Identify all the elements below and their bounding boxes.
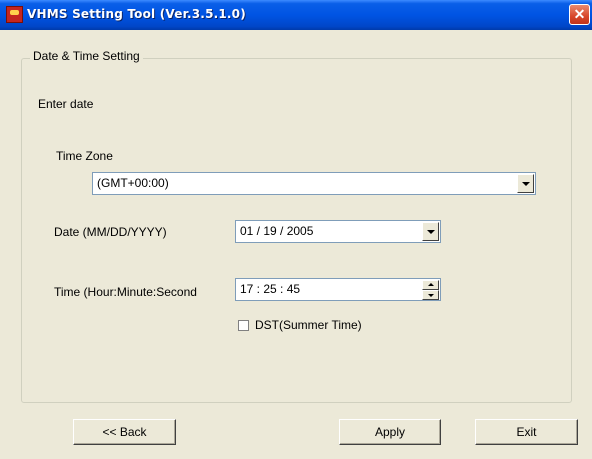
dst-checkbox[interactable] xyxy=(238,320,249,331)
window-title: VHMS Setting Tool (Ver.3.5.1.0) xyxy=(27,7,246,21)
apply-button[interactable]: Apply xyxy=(339,419,441,445)
chevron-down-icon[interactable] xyxy=(517,174,534,193)
back-button[interactable]: << Back xyxy=(73,419,176,445)
instruction-text: Enter date xyxy=(38,97,94,111)
spin-down-icon[interactable] xyxy=(422,290,439,300)
dst-label[interactable]: DST(Summer Time) xyxy=(255,318,362,332)
time-zone-select[interactable]: (GMT+00:00) xyxy=(92,172,536,195)
time-zone-value: (GMT+00:00) xyxy=(97,176,169,190)
app-icon xyxy=(6,6,23,23)
chevron-down-icon[interactable] xyxy=(422,222,439,241)
date-value: 01 / 19 / 2005 xyxy=(240,224,314,238)
time-spinner[interactable]: 17 : 25 : 45 xyxy=(235,278,441,301)
date-label: Date (MM/DD/YYYY) xyxy=(54,225,167,239)
spin-up-icon[interactable] xyxy=(422,280,439,290)
time-value: 17 : 25 : 45 xyxy=(240,282,301,296)
time-zone-label: Time Zone xyxy=(56,149,113,163)
close-icon: ✕ xyxy=(573,6,586,22)
exit-button[interactable]: Exit xyxy=(475,419,578,445)
close-button[interactable]: ✕ xyxy=(569,4,590,25)
date-picker[interactable]: 01 / 19 / 2005 xyxy=(235,220,441,243)
time-label: Time (Hour:Minute:Second xyxy=(54,285,197,299)
title-bar[interactable]: VHMS Setting Tool (Ver.3.5.1.0) ✕ xyxy=(0,0,592,30)
group-legend: Date & Time Setting xyxy=(30,49,143,63)
